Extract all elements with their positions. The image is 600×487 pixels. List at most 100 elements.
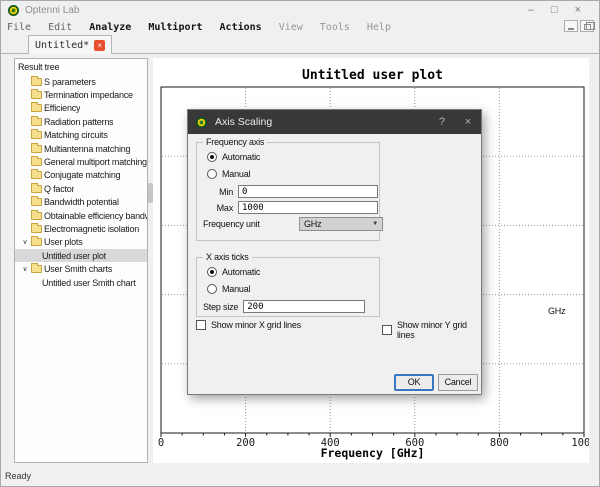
tree-item[interactable]: Q factor (15, 182, 147, 195)
cancel-button[interactable]: Cancel (438, 374, 478, 391)
menu-item-multiport[interactable]: Multiport (146, 22, 204, 33)
folder-icon (31, 171, 42, 179)
mdi-restore-button[interactable] (580, 20, 594, 32)
folder-icon (31, 212, 42, 220)
ticks-manual-option[interactable]: Manual (207, 284, 250, 294)
show-minor-x-grid-checkbox[interactable]: Show minor X grid lines (196, 320, 301, 330)
checkbox-icon[interactable] (196, 320, 206, 330)
radio-label: Automatic (222, 152, 260, 162)
tree-item-label: General multiport matching (44, 157, 147, 167)
tree-item[interactable]: S parameters (15, 75, 147, 88)
tree-item[interactable]: Untitled user plot (15, 249, 147, 262)
tree-item[interactable]: ∨User plots (15, 236, 147, 249)
tree-item-label: Bandwidth potential (44, 197, 119, 207)
min-label: Min (201, 187, 233, 197)
mdi-minimize-button[interactable] (564, 20, 578, 32)
app-logo-icon (8, 5, 19, 16)
min-input[interactable] (238, 185, 378, 198)
min-row: Min (201, 185, 378, 198)
help-icon[interactable]: ? (439, 116, 445, 128)
status-text: Ready (5, 471, 31, 481)
max-row: Max (201, 201, 378, 214)
tree-item[interactable]: Untitled user Smith chart (15, 276, 147, 289)
status-bar: Ready (1, 466, 599, 486)
menu-item-help[interactable]: Help (365, 22, 393, 33)
tree-item-label: Matching circuits (44, 130, 108, 140)
folder-icon (31, 225, 42, 233)
maximize-icon[interactable]: □ (551, 4, 558, 16)
tree-item-label: Electromagnetic isolation (44, 224, 139, 234)
folder-icon (31, 185, 42, 193)
folder-icon (31, 118, 42, 126)
chevron-down-icon[interactable]: ∨ (19, 238, 31, 246)
folder-icon (31, 131, 42, 139)
tree-item-label: Q factor (44, 184, 74, 194)
icon-spacer (31, 279, 42, 287)
tree-item[interactable]: Termination impedance (15, 88, 147, 101)
svg-text:1000: 1000 (571, 437, 589, 449)
frequency-manual-option[interactable]: Manual (207, 169, 250, 179)
menu-item-actions[interactable]: Actions (218, 22, 264, 33)
checkbox-label: Show minor X grid lines (211, 320, 301, 330)
radio-label: Automatic (222, 267, 260, 277)
ok-button[interactable]: OK (394, 374, 434, 391)
dialog-title-bar[interactable]: Axis Scaling ? × (188, 110, 481, 134)
show-minor-y-grid-checkbox[interactable]: Show minor Y grid lines (382, 320, 481, 340)
checkbox-icon[interactable] (382, 325, 392, 335)
radio-icon[interactable] (207, 169, 217, 179)
folder-icon (31, 238, 42, 246)
radio-icon[interactable] (207, 284, 217, 294)
menu-item-file[interactable]: File (5, 22, 33, 33)
group-legend: Frequency axis (203, 137, 267, 147)
radio-selected-icon[interactable] (207, 267, 217, 277)
max-label: Max (201, 203, 233, 213)
menu-item-view[interactable]: View (277, 22, 305, 33)
icon-spacer (31, 252, 42, 260)
tree-item[interactable]: Obtainable efficiency bandwi··· (15, 209, 147, 222)
dialog-title: Axis Scaling (215, 116, 272, 128)
tree-item[interactable]: Matching circuits (15, 129, 147, 142)
max-input[interactable] (238, 201, 378, 214)
close-icon[interactable]: × (465, 116, 471, 128)
app-window: Optenni Lab – □ × FileEditAnalyzeMultipo… (0, 0, 600, 487)
tree-item[interactable]: General multiport matching (15, 155, 147, 168)
menu-item-edit[interactable]: Edit (46, 22, 74, 33)
frequency-automatic-option[interactable]: Automatic (207, 152, 260, 162)
window-controls: – □ × (528, 4, 581, 16)
radio-selected-icon[interactable] (207, 152, 217, 162)
tree-item[interactable]: Conjugate matching (15, 169, 147, 182)
tree-item[interactable]: Efficiency (15, 102, 147, 115)
checkbox-label: Show minor Y grid lines (397, 320, 481, 340)
chevron-down-icon: ▼ (372, 221, 378, 227)
menu-item-analyze[interactable]: Analyze (87, 22, 133, 33)
folder-icon (31, 265, 42, 273)
tree-item-label: Conjugate matching (44, 170, 120, 180)
tree-list: S parametersTermination impedanceEfficie… (15, 75, 147, 289)
frequency-unit-select[interactable]: GHz ▼ (299, 217, 383, 231)
axis-scaling-dialog: Axis Scaling ? × Frequency axis Automati… (187, 109, 482, 395)
tree-item[interactable]: Electromagnetic isolation (15, 222, 147, 235)
step-size-input[interactable] (243, 300, 365, 313)
tab-untitled[interactable]: Untitled* × (28, 35, 112, 54)
tree-item[interactable]: ∨ User Smith charts (15, 262, 147, 275)
tree-item[interactable]: Radiation patterns (15, 115, 147, 128)
dialog-controls: ? × (439, 110, 471, 134)
tab-close-icon[interactable]: × (94, 40, 105, 51)
svg-text:Frequency [GHz]: Frequency [GHz] (321, 446, 425, 460)
menu-item-tools[interactable]: Tools (318, 22, 352, 33)
result-tree-panel: Result tree S parametersTermination impe… (14, 58, 148, 463)
ticks-automatic-option[interactable]: Automatic (207, 267, 260, 277)
tree-item[interactable]: Multiantenna matching (15, 142, 147, 155)
tab-label: Untitled* (35, 40, 89, 51)
folder-icon (31, 158, 42, 166)
step-size-label: Step size (203, 302, 238, 312)
chevron-down-icon[interactable]: ∨ (19, 265, 31, 273)
folder-icon (31, 91, 42, 99)
tree-header: Result tree (15, 59, 147, 75)
minimize-icon[interactable]: – (528, 4, 534, 16)
svg-text:200: 200 (236, 437, 255, 449)
tree-item[interactable]: Bandwidth potential (15, 196, 147, 209)
tree-item-label: Radiation patterns (44, 117, 113, 127)
tree-item-label: User Smith charts (44, 264, 112, 274)
close-icon[interactable]: × (575, 4, 581, 16)
